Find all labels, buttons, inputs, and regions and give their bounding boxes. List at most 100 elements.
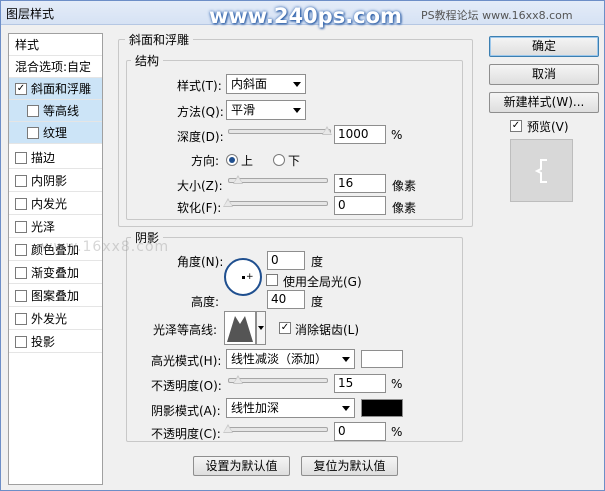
highlight-color-swatch[interactable] — [361, 350, 403, 368]
angle-label: 角度(N): — [177, 255, 224, 269]
direction-up-label: 上 — [241, 154, 254, 168]
technique-value: 平滑 — [231, 103, 256, 117]
altitude-input[interactable]: 40 — [267, 290, 305, 309]
soften-input[interactable]: 0 — [334, 196, 386, 215]
highlight-opacity-label: 不透明度(O): — [151, 379, 222, 393]
technique-dropdown[interactable]: 平滑 — [226, 100, 306, 120]
shadow-mode-label: 阴影模式(A): — [151, 404, 221, 418]
drop-shadow-checkbox[interactable] — [15, 335, 27, 348]
shadow-color-swatch[interactable] — [361, 399, 403, 417]
angle-input[interactable]: 0 — [267, 251, 305, 270]
highlight-opacity-unit: % — [391, 377, 403, 391]
size-unit: 像素 — [392, 179, 417, 193]
preview-label: 预览(V) — [527, 120, 569, 134]
sidebar-item-label: 纹理 — [43, 126, 68, 140]
sidebar-item-label: 投影 — [31, 335, 56, 349]
depth-input[interactable]: 1000 — [334, 125, 386, 144]
outer-glow-checkbox[interactable] — [15, 312, 27, 325]
shadow-opacity-thumb[interactable] — [223, 424, 233, 433]
sidebar-item-bevel-emboss[interactable]: ✓ 斜面和浮雕 — [9, 78, 102, 100]
highlight-opacity-input[interactable]: 15 — [334, 374, 386, 393]
direction-down-label: 下 — [288, 154, 301, 168]
preview-checkbox[interactable]: ✓ — [510, 120, 522, 132]
gloss-contour-dropdown[interactable] — [256, 311, 266, 345]
sidebar-item-label: 内阴影 — [31, 174, 68, 188]
shadow-mode-dropdown[interactable]: 线性加深 — [226, 398, 355, 418]
reset-default-button[interactable]: 复位为默认值 — [301, 456, 398, 476]
contour-curve-icon — [227, 316, 253, 342]
sidebar-item-label: 外发光 — [31, 312, 68, 326]
altitude-unit: 度 — [311, 295, 324, 309]
shadow-opacity-input[interactable]: 0 — [334, 422, 386, 441]
sidebar-item-contour[interactable]: 等高线 — [9, 100, 102, 122]
angle-dial-center — [242, 276, 245, 279]
sidebar-item-label: 等高线 — [43, 104, 80, 118]
depth-slider-track[interactable] — [228, 129, 331, 134]
direction-label: 方向: — [191, 154, 220, 168]
technique-label: 方法(Q): — [177, 105, 224, 119]
soften-slider-track[interactable] — [228, 201, 328, 206]
soften-label: 软化(F): — [177, 201, 222, 215]
direction-down-radio[interactable] — [273, 154, 285, 166]
shadow-opacity-unit: % — [391, 425, 403, 439]
chevron-down-icon — [342, 357, 350, 362]
global-light-checkbox[interactable] — [266, 274, 278, 286]
depth-label: 深度(D): — [177, 130, 224, 144]
antialias-checkbox[interactable]: ✓ — [279, 322, 291, 334]
sidebar-item-satin[interactable]: 光泽 — [9, 216, 102, 238]
satin-checkbox[interactable] — [15, 220, 27, 233]
texture-checkbox[interactable] — [27, 126, 39, 139]
highlight-opacity-thumb[interactable] — [233, 375, 243, 384]
chevron-down-icon — [293, 108, 301, 113]
ok-button[interactable]: 确定 — [489, 36, 599, 57]
sidebar-item-inner-glow[interactable]: 内发光 — [9, 193, 102, 215]
size-slider-track[interactable] — [228, 178, 328, 183]
angle-unit: 度 — [311, 255, 324, 269]
angle-dial[interactable]: + — [224, 258, 262, 296]
depth-slider-thumb[interactable] — [322, 126, 332, 135]
sidebar-header-styles[interactable]: 样式 — [9, 34, 102, 56]
style-dropdown[interactable]: 内斜面 — [226, 74, 306, 94]
window-title: 图层样式 — [6, 7, 55, 21]
new-style-button[interactable]: 新建样式(W)... — [489, 92, 599, 113]
stroke-checkbox[interactable] — [15, 151, 27, 164]
antialias-label: 消除锯齿(L) — [295, 323, 360, 337]
size-input[interactable]: 16 — [334, 174, 386, 193]
sidebar-item-outer-glow[interactable]: 外发光 — [9, 308, 102, 330]
inner-glow-checkbox[interactable] — [15, 197, 27, 210]
color-overlay-checkbox[interactable] — [15, 243, 27, 256]
pattern-overlay-checkbox[interactable] — [15, 289, 27, 302]
inner-shadow-checkbox[interactable] — [15, 174, 27, 187]
direction-up-radio[interactable] — [226, 154, 238, 166]
soften-slider-thumb[interactable] — [223, 198, 233, 207]
sidebar-item-inner-shadow[interactable]: 内阴影 — [9, 170, 102, 192]
cancel-button[interactable]: 取消 — [489, 64, 599, 85]
altitude-label: 高度: — [191, 295, 220, 309]
shadow-mode-value: 线性加深 — [231, 401, 280, 415]
bevel-checkbox[interactable]: ✓ — [15, 82, 27, 95]
gloss-contour-swatch[interactable] — [224, 311, 256, 345]
highlight-opacity-track[interactable] — [228, 378, 328, 383]
sidebar-item-pattern-overlay[interactable]: 图案叠加 — [9, 285, 102, 307]
highlight-mode-dropdown[interactable]: 线性减淡（添加） — [226, 349, 355, 369]
sidebar-item-gradient-overlay[interactable]: 渐变叠加 — [9, 262, 102, 284]
sidebar-item-drop-shadow[interactable]: 投影 — [9, 331, 102, 353]
size-label: 大小(Z): — [177, 179, 223, 193]
sidebar-item-texture[interactable]: 纹理 — [9, 122, 102, 144]
chevron-down-icon — [258, 326, 264, 330]
sidebar-item-label: 图案叠加 — [31, 289, 80, 303]
sidebar-item-stroke[interactable]: 描边 — [9, 147, 102, 169]
style-list-panel: 样式 混合选项:自定 ✓ 斜面和浮雕 等高线 纹理 描边 内阴影 内发光 光泽 颜… — [8, 33, 103, 485]
sidebar-item-blending-options[interactable]: 混合选项:自定 — [9, 56, 102, 78]
sidebar-item-label: 光泽 — [31, 220, 56, 234]
shadow-opacity-track[interactable] — [228, 427, 328, 432]
gradient-overlay-checkbox[interactable] — [15, 266, 27, 279]
chevron-down-icon — [293, 82, 301, 87]
make-default-button[interactable]: 设置为默认值 — [193, 456, 290, 476]
style-label: 样式(T): — [177, 79, 222, 93]
gloss-contour-label: 光泽等高线: — [153, 323, 218, 337]
preview-bracket-icon — [534, 159, 547, 183]
size-slider-thumb[interactable] — [233, 175, 243, 184]
contour-checkbox[interactable] — [27, 104, 39, 117]
sidebar-item-label: 描边 — [31, 151, 56, 165]
